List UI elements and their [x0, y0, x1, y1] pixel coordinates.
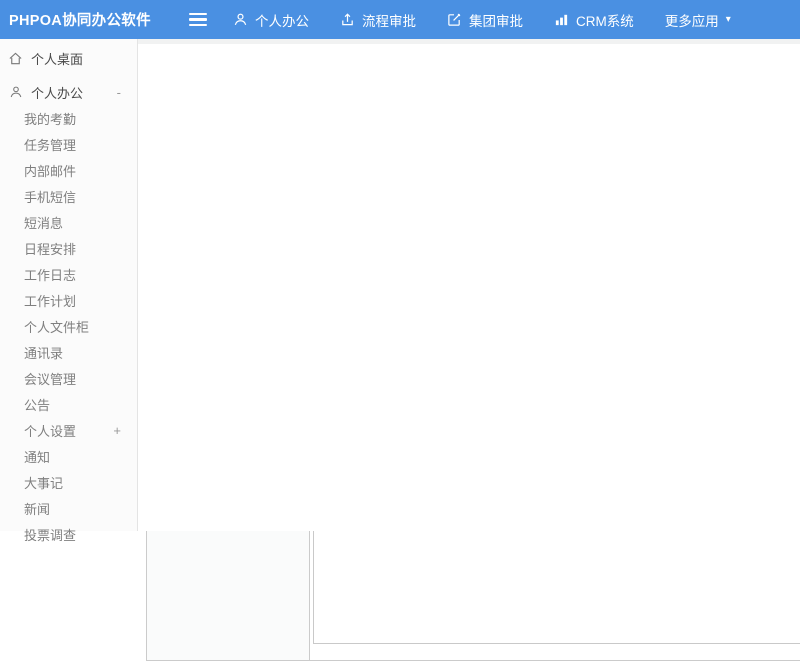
sidebar: 个人桌面 个人办公 - 我的考勤 任务管理 内部邮件 手机短信 短消息 日程安排… [0, 39, 138, 531]
nav-group-approval[interactable]: 集团审批 [447, 10, 523, 30]
main-content [139, 39, 800, 531]
user-icon [8, 85, 23, 100]
sidebar-item-memorabilia[interactable]: 大事记 [0, 469, 137, 495]
bar-chart-icon [554, 12, 569, 27]
nav-label: CRM系统 [576, 10, 634, 30]
collapse-icon[interactable]: - [117, 85, 121, 100]
sidebar-item-mobile-sms[interactable]: 手机短信 [0, 183, 137, 209]
expand-icon[interactable]: + [113, 423, 121, 438]
sidebar-item-personal-settings[interactable]: 个人设置 + [0, 417, 137, 443]
sidebar-item-label: 个人桌面 [31, 49, 83, 68]
nav-crm-system[interactable]: CRM系统 [554, 10, 634, 30]
sidebar-item-personal-files[interactable]: 个人文件柜 [0, 313, 137, 339]
sidebar-item-work-log[interactable]: 工作日志 [0, 261, 137, 287]
sidebar-item-announcement[interactable]: 公告 [0, 391, 137, 417]
sidebar-item-task-management[interactable]: 任务管理 [0, 131, 137, 157]
top-navigation: 个人办公 流程审批 集团审批 [233, 10, 731, 30]
nav-personal-office[interactable]: 个人办公 [233, 10, 309, 30]
nav-more-apps[interactable]: 更多应用 ▾ [665, 10, 731, 30]
sidebar-item-personal-office[interactable]: 个人办公 - [0, 79, 137, 105]
nav-label: 更多应用 [665, 10, 719, 30]
nav-label: 流程审批 [362, 10, 416, 30]
nav-label: 个人办公 [255, 10, 309, 30]
menu-toggle-icon[interactable] [189, 13, 207, 26]
user-icon [233, 12, 248, 27]
nav-workflow-approval[interactable]: 流程审批 [340, 10, 416, 30]
sidebar-item-personal-desktop[interactable]: 个人桌面 [0, 45, 137, 71]
sidebar-item-my-attendance[interactable]: 我的考勤 [0, 105, 137, 131]
sidebar-item-vote-survey[interactable]: 投票调查 [0, 521, 137, 547]
app-logo: PHPOA协同办公软件 [9, 9, 189, 30]
nav-label: 集团审批 [469, 10, 523, 30]
sidebar-item-short-message[interactable]: 短消息 [0, 209, 137, 235]
sidebar-item-contacts[interactable]: 通讯录 [0, 339, 137, 365]
sidebar-item-label: 个人办公 [31, 83, 83, 102]
sidebar-item-work-plan[interactable]: 工作计划 [0, 287, 137, 313]
sidebar-item-schedule[interactable]: 日程安排 [0, 235, 137, 261]
app-header: PHPOA协同办公软件 个人办公 流程审批 [0, 0, 800, 39]
edit-icon [447, 12, 462, 27]
sidebar-item-meeting-management[interactable]: 会议管理 [0, 365, 137, 391]
sidebar-item-notification[interactable]: 通知 [0, 443, 137, 469]
caret-down-icon: ▾ [726, 15, 731, 25]
sidebar-item-internal-mail[interactable]: 内部邮件 [0, 157, 137, 183]
sidebar-item-news[interactable]: 新闻 [0, 495, 137, 521]
home-icon [8, 51, 23, 66]
approval-icon [340, 12, 355, 27]
